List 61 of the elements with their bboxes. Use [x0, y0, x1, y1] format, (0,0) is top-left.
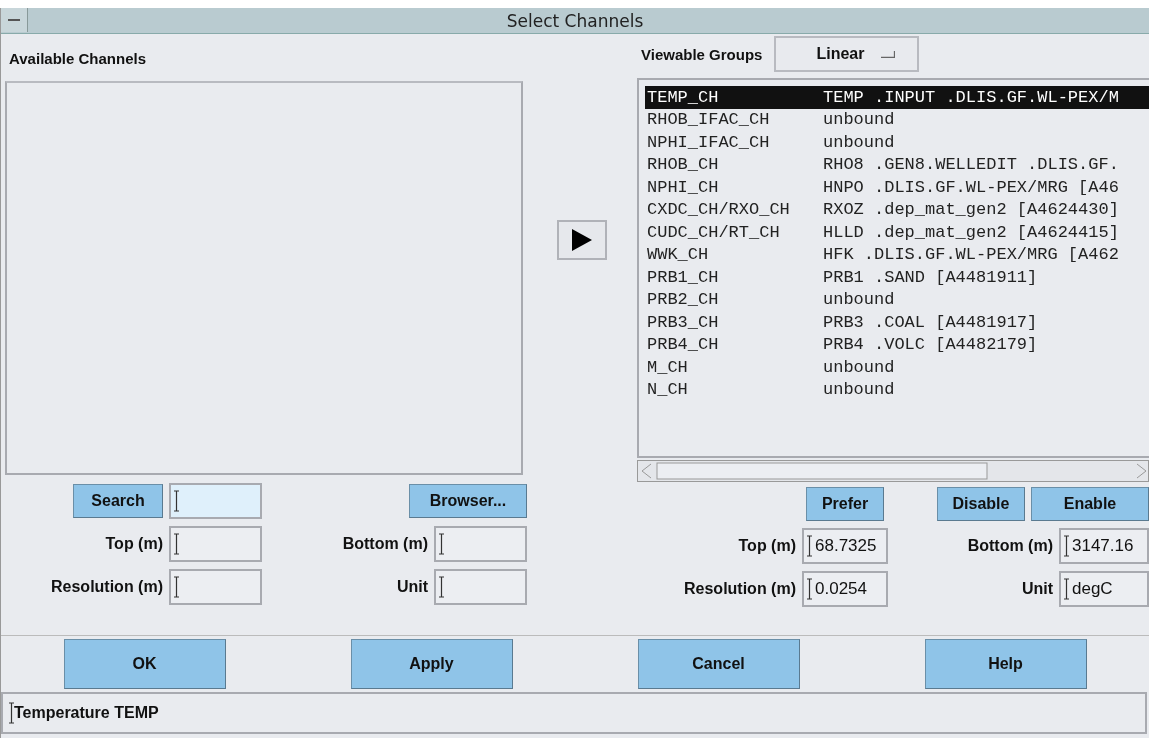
text-cursor-icon	[174, 490, 179, 512]
input-field[interactable]	[169, 526, 262, 562]
list-row[interactable]: PRB2_CH unbound	[645, 288, 1149, 311]
list-row[interactable]: TEMP_CH TEMP .INPUT .DLIS.GF.WL-PEX/M	[645, 86, 1149, 109]
field-label: Bottom (m)	[967, 537, 1053, 555]
dialog-button[interactable]: Help	[924, 639, 1087, 689]
window-title: Select Channels	[506, 10, 644, 31]
text-cursor-icon	[1064, 535, 1069, 557]
list-row[interactable]: WWK_CH HFK .DLIS.GF.WL-PEX/MRG [A462	[645, 243, 1149, 266]
field-label: Top (m)	[105, 535, 163, 553]
list-row[interactable]: NPHI_IFAC_CH unbound	[645, 131, 1149, 154]
panel-heading: Viewable Groups	[641, 45, 763, 63]
field-label: Top (m)	[738, 537, 796, 555]
text-cursor-icon	[9, 702, 14, 724]
input-field[interactable]: degC	[1059, 571, 1149, 607]
text-cursor-icon	[807, 578, 812, 600]
option-menu-icon	[881, 50, 896, 58]
text-cursor-icon	[439, 533, 444, 555]
prefer-button[interactable]: Prefer	[806, 487, 884, 521]
window-menu-button[interactable]	[1, 8, 28, 32]
field-label: Resolution (m)	[684, 580, 796, 598]
field-label: Bottom (m)	[342, 535, 428, 553]
panel-heading: Available Channels	[8, 49, 147, 69]
list-row[interactable]: M_CH unbound	[645, 356, 1149, 379]
add-button[interactable]	[557, 220, 607, 260]
list-row[interactable]: RHOB_CH RHO8 .GEN8.WELLEDIT .DLIS.GF.	[645, 153, 1149, 176]
disable-button[interactable]: Disable	[937, 487, 1025, 521]
channel-list[interactable]	[5, 81, 523, 475]
minimize-icon	[8, 18, 20, 22]
input-field[interactable]: 68.7325	[802, 528, 888, 564]
enable-button[interactable]: Enable	[1031, 487, 1149, 521]
group-dropdown[interactable]: Linear	[774, 36, 920, 72]
input-field[interactable]	[434, 526, 527, 562]
field-label: Resolution (m)	[51, 578, 163, 596]
input-field[interactable]	[169, 569, 262, 605]
dialog-button[interactable]: Apply	[350, 639, 513, 689]
play-arrow-icon	[572, 229, 592, 251]
browser-button[interactable]: Browser...	[409, 484, 527, 518]
input-field[interactable]: 3147.16	[1059, 528, 1149, 564]
search-button[interactable]: Search	[73, 484, 163, 518]
text-cursor-icon	[1064, 578, 1069, 600]
dialog-button[interactable]: Cancel	[637, 639, 800, 689]
input-field[interactable]: 0.0254	[802, 571, 888, 607]
text-cursor-icon	[807, 535, 812, 557]
status-text: Temperature TEMP	[14, 704, 159, 722]
dialog-button[interactable]: OK	[63, 639, 226, 689]
list-row[interactable]: RHOB_IFAC_CH unbound	[645, 108, 1149, 131]
text-cursor-icon	[439, 576, 444, 598]
text-cursor-icon	[174, 533, 179, 555]
input-field[interactable]	[434, 569, 527, 605]
list-row[interactable]: PRB4_CH PRB4 .VOLC [A4482179]	[645, 333, 1149, 356]
list-row[interactable]: NPHI_CH HNPO .DLIS.GF.WL-PEX/MRG [A46	[645, 176, 1149, 199]
text-cursor-icon	[174, 576, 179, 598]
field-label: Unit	[1021, 580, 1053, 598]
input-field[interactable]	[169, 483, 262, 519]
list-row[interactable]: PRB3_CH PRB3 .COAL [A4481917]	[645, 311, 1149, 334]
list-row[interactable]: CXDC_CH/RXO_CH RXOZ .dep_mat_gen2 [A4624430]	[645, 198, 1149, 221]
list-row[interactable]: CUDC_CH/RT_CH HLLD .dep_mat_gen2 [A4624415]	[645, 221, 1149, 244]
list-row[interactable]: N_CH unbound	[645, 378, 1149, 401]
field-label: Unit	[396, 578, 428, 596]
list-row[interactable]: PRB1_CH PRB1 .SAND [A4481911]	[645, 266, 1149, 289]
